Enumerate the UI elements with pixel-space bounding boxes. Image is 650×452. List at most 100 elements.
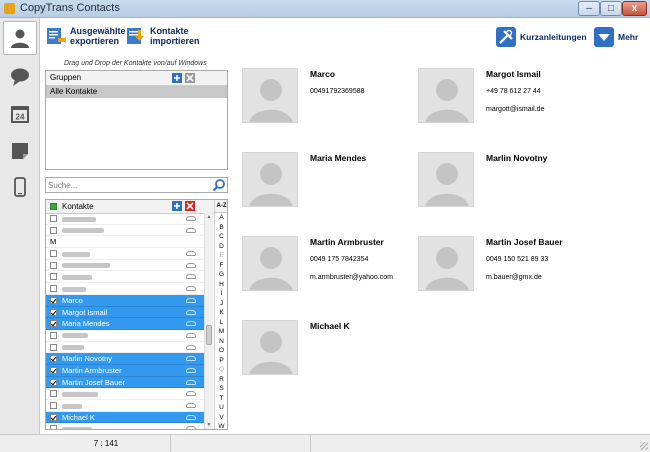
alphabet-letter[interactable]: O [215, 346, 227, 356]
contact-card[interactable]: Martin Josef Bauer 0049 150 521 89 33 m.ba… [408, 224, 578, 302]
contact-row[interactable]: Martin Josef Bauer [46, 376, 204, 389]
select-all-checkbox[interactable] [50, 203, 57, 210]
alphabet-letter[interactable]: W [215, 422, 227, 429]
contact-card[interactable]: Margot Ismail +49 78 612 27 44 margott@ism… [408, 56, 578, 134]
alphabet-letter[interactable]: L [215, 318, 227, 328]
contact-row[interactable]: Margot Ismail [46, 306, 204, 319]
contact-checkbox[interactable] [50, 402, 57, 409]
contact-checkbox[interactable] [50, 390, 57, 398]
contact-row[interactable]: Marlin Novotny [46, 353, 204, 365]
alphabet-letter[interactable]: D [215, 242, 227, 252]
contact-checkbox[interactable] [50, 320, 57, 328]
alphabet-letter[interactable]: Q [215, 365, 227, 375]
contact-checkbox[interactable] [50, 355, 57, 363]
alphabet-letter[interactable]: V [215, 413, 227, 423]
contact-row[interactable]: Michael K [46, 411, 204, 424]
scroll-up-arrow[interactable]: ▲ [206, 214, 212, 220]
contact-card-email: m.armbruster@yahoo.com [310, 274, 393, 281]
alphabet-letter[interactable]: F [215, 261, 227, 271]
delete-contact-icon[interactable] [185, 201, 195, 211]
contact-row[interactable] [46, 225, 204, 237]
scrollbar-thumb[interactable] [206, 325, 212, 345]
alphabet-letter[interactable]: U [215, 403, 227, 413]
alphabet-letter[interactable]: T [215, 394, 227, 404]
contact-row[interactable]: Martin Armbruster [46, 364, 204, 377]
contact-checkbox[interactable] [50, 296, 57, 304]
contact-row[interactable] [46, 260, 204, 272]
alphabet-letter[interactable]: M [215, 327, 227, 337]
contact-checkbox[interactable] [50, 366, 57, 374]
contact-card[interactable]: Michael K [232, 308, 402, 386]
contact-checkbox[interactable] [50, 261, 57, 269]
contact-checkbox[interactable] [50, 215, 57, 222]
contact-checkbox[interactable] [50, 308, 57, 316]
contact-row[interactable] [46, 388, 204, 400]
contact-checkbox[interactable] [50, 331, 57, 339]
alphabet-letter[interactable]: E [215, 251, 227, 261]
delete-group-icon[interactable] [185, 73, 195, 83]
alphabet-letter[interactable]: K [215, 308, 227, 318]
group-item-all-contacts[interactable]: Alle Kontakte [46, 86, 227, 98]
contact-checkbox[interactable] [50, 425, 57, 429]
more-button[interactable]: Mehr [594, 27, 638, 47]
calendar-nav-button[interactable]: 24 [3, 97, 37, 131]
minimize-button[interactable]: – [578, 1, 600, 16]
contacts-scrollbar[interactable]: ▲ ▼ [204, 213, 213, 429]
contact-checkbox[interactable] [50, 378, 57, 386]
alphabet-letter[interactable]: S [215, 384, 227, 394]
close-button[interactable]: x [622, 1, 647, 16]
alphabet-letter[interactable]: C [215, 232, 227, 242]
resize-grip[interactable] [640, 442, 648, 450]
contact-card[interactable]: Maria Mendes [232, 140, 402, 218]
alphabet-letter[interactable]: H [215, 280, 227, 290]
contact-row-name: Maria Mendes [62, 319, 110, 329]
contact-checkbox[interactable] [50, 285, 57, 293]
contact-row[interactable] [46, 271, 204, 284]
contact-row[interactable] [46, 248, 204, 260]
contact-row[interactable] [46, 400, 204, 412]
contact-row[interactable]: Marco [46, 294, 204, 307]
contact-checkbox[interactable] [50, 413, 57, 421]
alphabet-letter[interactable]: I [215, 289, 227, 299]
contact-row[interactable] [46, 283, 204, 295]
contact-row[interactable] [46, 423, 204, 429]
alphabet-letter[interactable]: N [215, 337, 227, 347]
contact-card[interactable]: Martin Armbruster 0049 175 7842354 m.armbr… [232, 224, 402, 302]
contact-checkbox[interactable] [50, 250, 57, 258]
section-letter[interactable]: M [46, 236, 204, 249]
search-icon[interactable] [212, 178, 226, 192]
messages-nav-button[interactable] [3, 60, 37, 94]
contact-row[interactable] [46, 342, 204, 354]
add-group-icon[interactable] [172, 73, 182, 83]
maximize-button[interactable]: □ [600, 1, 622, 16]
contact-card-phone: 00491792369588 [310, 88, 365, 95]
contact-row[interactable]: Maria Mendes [46, 318, 204, 330]
blurred-name [62, 216, 96, 222]
alphabet-letter[interactable]: R [215, 375, 227, 385]
alphabet-letter[interactable]: J [215, 299, 227, 309]
scroll-down-arrow[interactable]: ▼ [206, 422, 212, 428]
alphabet-letter[interactable]: A [215, 213, 227, 223]
device-nav-button[interactable] [3, 170, 37, 204]
contact-checkbox[interactable] [50, 226, 57, 234]
import-contacts-button[interactable]: Kontakte importieren [126, 26, 200, 46]
cloud-icon [186, 391, 196, 397]
contact-checkbox[interactable] [50, 273, 57, 281]
export-selected-button[interactable]: Ausgewählte exportieren [46, 26, 126, 46]
quick-guides-button[interactable]: Kurzanleitungen [496, 27, 587, 47]
search-input[interactable] [48, 179, 208, 191]
cloud-icon [186, 251, 196, 257]
notes-nav-button[interactable] [3, 134, 37, 168]
blurred-name [62, 251, 90, 257]
contact-row[interactable] [46, 213, 204, 225]
contact-card[interactable]: Marco 00491792369588 [232, 56, 402, 134]
alphabet-letter[interactable]: B [215, 223, 227, 233]
contact-card[interactable]: Marlin Novotny [408, 140, 578, 218]
add-contact-icon[interactable] [172, 201, 182, 211]
contacts-nav-button[interactable] [3, 21, 37, 55]
alphabet-header: A-Z [215, 200, 227, 213]
contact-checkbox[interactable] [50, 343, 57, 351]
alphabet-letter[interactable]: G [215, 270, 227, 280]
contact-row[interactable] [46, 330, 204, 342]
alphabet-letter[interactable]: P [215, 356, 227, 366]
